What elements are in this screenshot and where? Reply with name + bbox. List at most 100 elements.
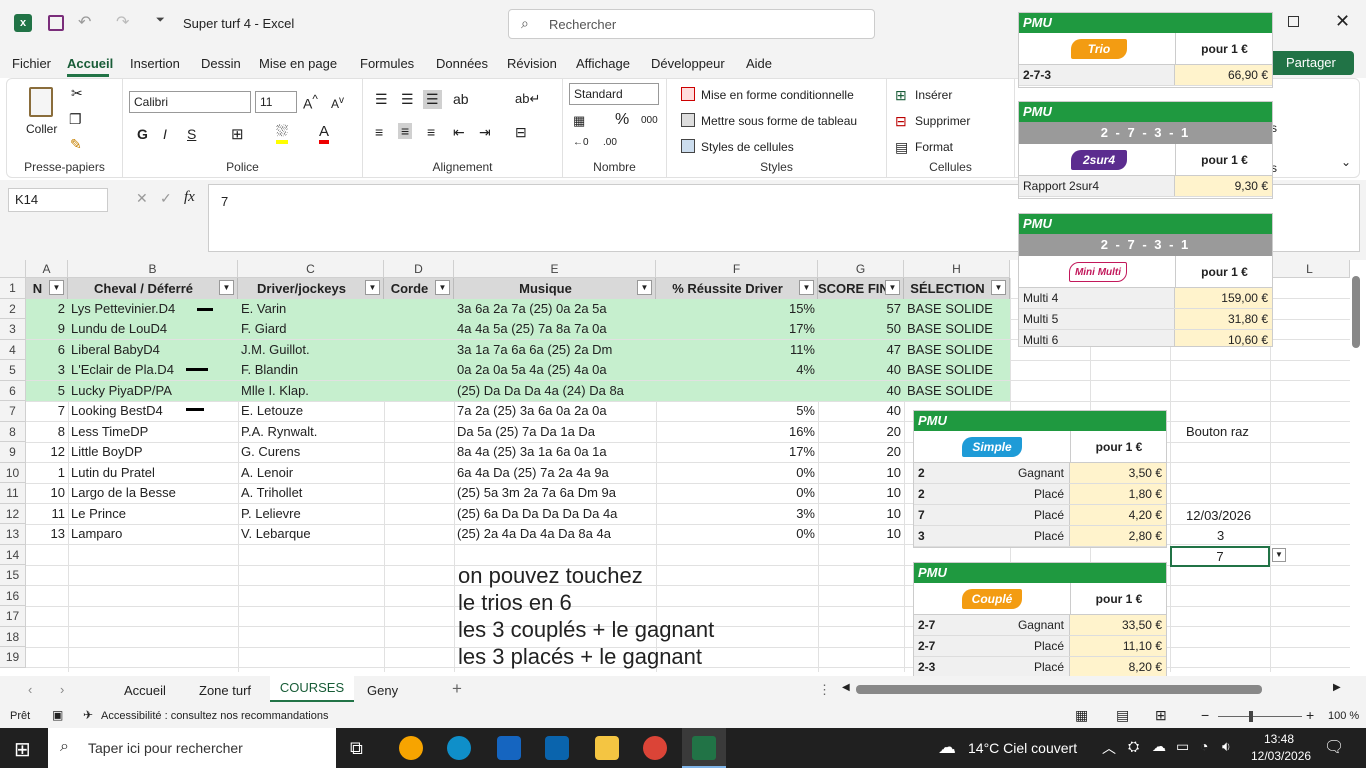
increase-decimal-icon[interactable]: ←0 [573,137,589,148]
number-format-dropdown[interactable]: Standard [569,83,659,105]
edge-icon[interactable] [447,736,471,760]
name-box[interactable]: K14 [8,188,108,212]
sheet-tab-zone-turf[interactable]: Zone turf [199,683,251,698]
tab-insertion[interactable]: Insertion [130,56,180,71]
merge-icon[interactable]: ⊟ [515,124,527,141]
tab-revision[interactable]: Révision [507,56,557,71]
fill-color-icon[interactable]: ⛆ [276,123,289,144]
page-break-icon[interactable]: ⊞ [1155,707,1167,724]
paste-label[interactable]: Coller [26,122,57,136]
undo-icon[interactable]: ↶ [78,12,91,32]
collapse-ribbon-icon[interactable]: ⌄ [1341,155,1351,169]
app-icon[interactable] [399,736,423,760]
sheet-tab-courses[interactable]: COURSES [270,676,354,702]
filter-dropdown-button[interactable]: ▼ [991,280,1006,295]
row-header[interactable]: 15 [0,565,26,586]
borders-icon[interactable]: ⊞ [231,125,244,143]
tab-affichage[interactable]: Affichage [576,56,630,71]
store-icon[interactable] [497,736,521,760]
filter-dropdown-button[interactable]: ▼ [799,280,814,295]
hscroll-thumb[interactable] [856,685,1262,694]
normal-view-icon[interactable]: ▦ [1075,707,1088,724]
decrease-decimal-icon[interactable]: .00 [603,137,617,148]
accessibility-icon[interactable]: ✈ [83,708,93,722]
row-header[interactable]: 18 [0,626,26,647]
weather-text[interactable]: 14°C Ciel couvert [968,740,1077,756]
row-header[interactable]: 13 [0,524,26,545]
filter-dropdown-button[interactable]: ▼ [435,280,450,295]
clock-time[interactable]: 13:48 [1264,732,1294,746]
row-header[interactable]: 8 [0,421,26,442]
windows-start-icon[interactable]: ⊞ [14,737,31,762]
selected-cell-k14[interactable]: 7 [1170,546,1270,567]
zoom-slider-thumb[interactable] [1249,711,1253,722]
delete-cells-button[interactable]: Supprimer [915,114,970,128]
cell-styles-icon[interactable] [681,139,695,153]
more-options-icon[interactable]: ⋮ [818,682,831,698]
hscroll-right-icon[interactable]: ▶ [1333,682,1341,693]
table-format-button[interactable]: Mettre sous forme de tableau [701,114,857,128]
wrap-text-icon[interactable]: ab↵ [515,91,540,107]
select-all-corner[interactable] [0,260,26,278]
orientation-icon[interactable]: ab [453,91,469,107]
row-header[interactable]: 6 [0,380,26,401]
decrease-font-icon[interactable]: Av [331,95,344,111]
underline-icon[interactable]: S [187,126,196,142]
save-icon[interactable] [48,15,64,31]
page-layout-icon[interactable]: ▤ [1116,707,1129,724]
insert-cells-button[interactable]: Insérer [915,88,952,102]
cond-format-icon[interactable] [681,87,695,101]
column-header[interactable]: B [68,260,238,278]
prev-sheet-icon[interactable]: ‹ [28,682,32,697]
clock-date[interactable]: 12/03/2026 [1251,749,1311,763]
zoom-out-icon[interactable]: − [1201,707,1209,723]
excel-taskbar-icon[interactable] [682,728,726,768]
hscroll-left-icon[interactable]: ◀ [842,682,850,693]
notifications-icon[interactable]: 🗨︎ [1324,737,1344,757]
format-cells-button[interactable]: Format [915,140,953,154]
indent-icon[interactable]: ⇥ [479,124,491,141]
row-header[interactable]: 7 [0,401,26,422]
tab-dessin[interactable]: Dessin [201,56,241,71]
filter-dropdown-button[interactable]: ▼ [365,280,380,295]
cut-icon[interactable]: ✂ [71,85,83,102]
bold-icon[interactable]: G [137,126,148,142]
copy-icon[interactable]: ❐ [69,111,82,128]
table-format-icon[interactable] [681,113,695,127]
cond-format-button[interactable]: Mise en forme conditionnelle [701,88,854,102]
close-icon[interactable]: ✕ [1335,11,1350,32]
sheet-tab-accueil[interactable]: Accueil [124,683,166,698]
format-cells-icon[interactable]: ▤ [895,139,908,156]
paste-icon[interactable] [29,87,53,117]
tab-accueil[interactable]: Accueil [67,56,113,71]
zoom-in-icon[interactable]: + [1306,707,1314,723]
volume-icon[interactable]: 🔉︎ [1222,738,1231,755]
sheet-tab-geny[interactable]: Geny [367,683,398,698]
align-right-icon[interactable]: ≡ [427,124,435,140]
column-header[interactable]: H [904,260,1010,278]
row-header[interactable]: 5 [0,360,26,381]
search-box[interactable]: ⌕ Rechercher [508,9,875,39]
tab-mise-en-page[interactable]: Mise en page [259,56,337,71]
bouton-raz-label[interactable]: Bouton raz [1186,424,1249,439]
row-header[interactable]: 19 [0,647,26,668]
outlook-icon[interactable] [545,736,569,760]
column-header[interactable]: F [656,260,818,278]
font-name-dropdown[interactable]: Calibri [129,91,251,113]
filter-dropdown-button[interactable]: ▼ [885,280,900,295]
row-header[interactable]: 17 [0,606,26,627]
share-button[interactable]: Partager [1266,51,1354,75]
add-sheet-icon[interactable]: + [452,679,462,699]
column-header[interactable]: G [818,260,904,278]
accounting-format-icon[interactable]: ▦ [573,113,585,129]
tab-formules[interactable]: Formules [360,56,414,71]
align-top-icon[interactable]: ☰ [375,91,388,108]
italic-icon[interactable]: I [163,126,167,142]
redo-icon[interactable]: ↷ [116,12,129,32]
cell-dropdown-button[interactable]: ▼ [1272,548,1286,562]
row-header[interactable]: 14 [0,544,26,565]
zoom-slider[interactable] [1218,716,1302,717]
taskbar-search[interactable]: ⌕ Taper ici pour rechercher [48,728,336,768]
percent-icon[interactable]: % [615,111,629,129]
font-color-icon[interactable]: A [319,123,330,144]
